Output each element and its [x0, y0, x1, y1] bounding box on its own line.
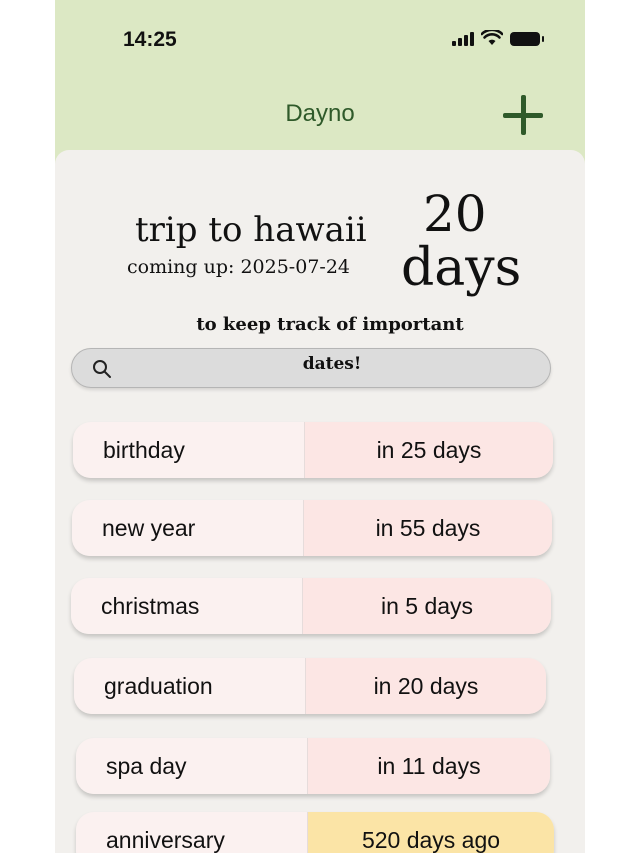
event-countdown: in 5 days [303, 578, 551, 634]
battery-icon [510, 32, 544, 46]
event-name: spa day [76, 738, 308, 794]
event-countdown: in 55 days [304, 500, 552, 556]
event-row-new-year[interactable]: new year in 55 days [72, 500, 552, 556]
event-name: birthday [73, 422, 305, 478]
event-row-spa-day[interactable]: spa day in 11 days [76, 738, 550, 794]
featured-event-date: coming up: 2025-07-24 [127, 256, 350, 278]
add-event-button[interactable] [503, 95, 543, 135]
main-sheet: trip to hawaii coming up: 2025-07-24 20 … [55, 150, 585, 853]
featured-countdown-number: 20 [423, 185, 487, 243]
event-countdown: in 20 days [306, 658, 546, 714]
status-bar: 14:25 [55, 0, 585, 80]
event-row-anniversary[interactable]: anniversary 520 days ago [76, 812, 554, 853]
signal-icon [452, 32, 474, 46]
event-countdown: 520 days ago [308, 812, 554, 853]
event-name: new year [72, 500, 304, 556]
event-countdown: in 11 days [308, 738, 550, 794]
event-countdown: in 25 days [305, 422, 553, 478]
status-time: 14:25 [123, 28, 177, 51]
wifi-icon [481, 30, 503, 45]
featured-event-name: trip to hawaii [135, 210, 367, 250]
status-icons [452, 30, 544, 46]
phone-screen: 14:25 Dayno trip to hawaii coming up: 20… [55, 0, 585, 853]
event-name: graduation [74, 658, 306, 714]
event-row-christmas[interactable]: christmas in 5 days [71, 578, 551, 634]
search-bar[interactable]: dates! [71, 348, 551, 388]
tagline-continued: dates! [302, 354, 362, 374]
tagline: to keep track of important [196, 314, 464, 335]
event-row-graduation[interactable]: graduation in 20 days [74, 658, 546, 714]
featured-countdown-unit: days [401, 238, 522, 298]
event-row-birthday[interactable]: birthday in 25 days [73, 422, 553, 478]
event-name: christmas [71, 578, 303, 634]
event-name: anniversary [76, 812, 308, 853]
